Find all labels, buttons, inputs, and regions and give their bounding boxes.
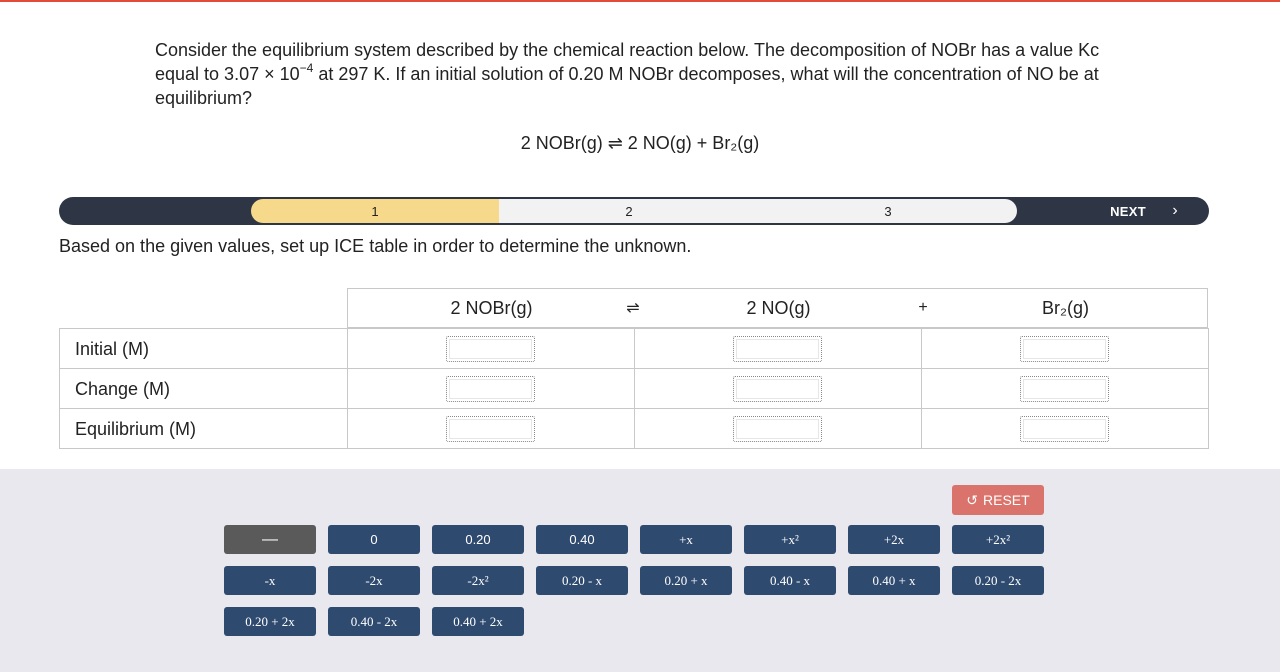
tile-0-20[interactable]: 0.20 [432,525,524,554]
drop-target-change-no[interactable] [733,376,822,402]
question-text: Consider the equilibrium system describe… [155,40,1100,108]
tile-0-40[interactable]: 0.40 [536,525,628,554]
ice-table-header: 2 NOBr(g) ⇌ 2 NO(g) + Br₂(g) [347,288,1208,328]
ice-row-initial: Initial (M) [60,328,1208,369]
step-3[interactable]: 3 [759,199,1017,223]
tile-0[interactable]: 0 [328,525,420,554]
header-product-br2: Br₂(g) [1042,297,1089,318]
tile-plus-2x-squared[interactable]: +2x² [952,525,1044,554]
reset-button[interactable]: ↺ RESET [952,485,1044,515]
tile-0-20-plus-2x[interactable]: 0.20 + 2x [224,607,316,636]
instruction-text: Based on the given values, set up ICE ta… [59,236,692,256]
tile-0-20-plus-x[interactable]: 0.20 + x [640,566,732,595]
step-2[interactable]: 2 [499,199,759,223]
drop-target-initial-nobr[interactable] [446,336,535,362]
row-label-initial: Initial (M) [75,338,150,359]
reaction-equation: 2 NOBr(g) ⇌ 2 NO(g) + Br₂(g) [520,133,760,153]
tile-0-20-minus-x[interactable]: 0.20 - x [536,566,628,595]
tile-0-40-minus-2x[interactable]: 0.40 - 2x [328,607,420,636]
answer-tile-tray: ↺ RESET — 0 0.20 0.40 +x +x² +2x +2x² -x… [0,469,1280,672]
chevron-right-icon[interactable]: › [1165,197,1185,225]
top-accent-line [0,0,1280,2]
tile-0-40-plus-2x[interactable]: 0.40 + 2x [432,607,524,636]
header-product-no: 2 NO(g) [746,297,811,318]
tile-minus-x[interactable]: -x [224,566,316,595]
drop-target-initial-no[interactable] [733,336,822,362]
tile-empty[interactable]: — [224,525,316,554]
tile-0-40-plus-x[interactable]: 0.40 + x [848,566,940,595]
tile-0-40-minus-x[interactable]: 0.40 - x [744,566,836,595]
step-1[interactable]: 1 [251,199,499,223]
reset-label: RESET [983,492,1030,508]
header-reactant: 2 NOBr(g) [450,297,533,318]
tile-minus-2x-squared[interactable]: -2x² [432,566,524,595]
drop-target-change-br2[interactable] [1020,376,1109,402]
tile-plus-2x[interactable]: +2x [848,525,940,554]
row-label-change: Change (M) [75,378,171,399]
tile-plus-x-squared[interactable]: +x² [744,525,836,554]
row-label-equilibrium: Equilibrium (M) [75,418,197,439]
tile-0-20-minus-2x[interactable]: 0.20 - 2x [952,566,1044,595]
drop-target-equilibrium-nobr[interactable] [446,416,535,442]
ice-table: Initial (M) Change (M) Equilibrium (M) [59,328,1209,449]
drop-target-change-nobr[interactable] [446,376,535,402]
ice-row-equilibrium: Equilibrium (M) [60,408,1208,449]
ice-row-change: Change (M) [60,368,1208,409]
tile-minus-2x[interactable]: -2x [328,566,420,595]
step-progress-bar: 1 2 3 NEXT › [59,197,1209,225]
drop-target-initial-br2[interactable] [1020,336,1109,362]
undo-icon: ↺ [966,491,979,508]
next-button[interactable]: NEXT [1093,197,1163,225]
drop-target-equilibrium-br2[interactable] [1020,416,1109,442]
tile-plus-x[interactable]: +x [640,525,732,554]
drop-target-equilibrium-no[interactable] [733,416,822,442]
